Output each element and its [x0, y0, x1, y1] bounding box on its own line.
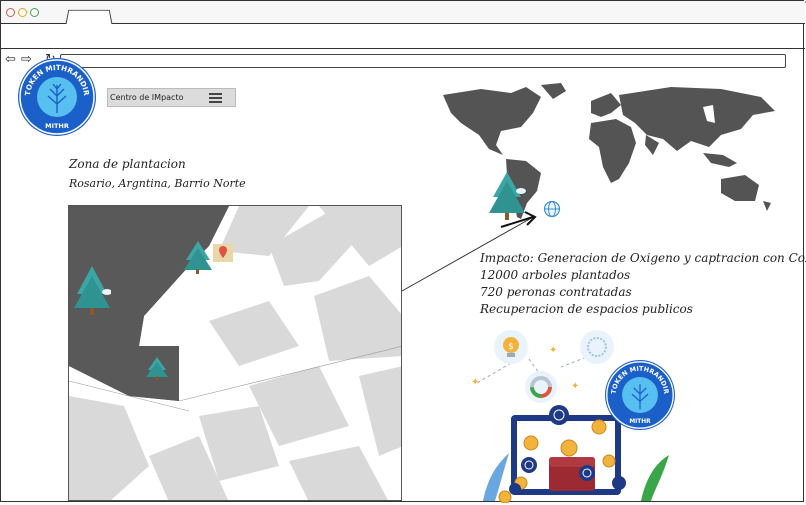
- svg-text:✦: ✦: [571, 381, 579, 392]
- logo-emblem-icon: TOKEN MITHRANDIR MITHR: [19, 59, 95, 135]
- token-logo[interactable]: TOKEN MITHRANDIR MITHR: [18, 58, 96, 136]
- street-map-graphic: [69, 206, 401, 500]
- svg-text:$: $: [508, 342, 514, 352]
- menu-label: Centro de IMpacto: [110, 93, 184, 102]
- zone-location: Rosario, Argntina, Barrio Norte: [69, 177, 246, 190]
- zone-title: Zona de plantacion: [69, 157, 186, 171]
- logo-emblem-icon: TOKEN MITHRANDIR MITHR: [606, 361, 674, 429]
- back-arrow-icon[interactable]: ⇦: [5, 53, 16, 66]
- svg-text:✦: ✦: [471, 377, 479, 388]
- title-bar: [1, 1, 805, 25]
- logo-text-bottom-secondary: MITHR: [629, 419, 651, 425]
- logo-text-bottom: MITHR: [45, 122, 69, 130]
- impact-line-1: Impacto: Generacion de Oxigeno y captrac…: [480, 251, 806, 265]
- pine-tree-icon[interactable]: [487, 171, 527, 221]
- impact-line-3: 720 peronas contratadas: [480, 285, 632, 299]
- token-logo-secondary[interactable]: TOKEN MITHRANDIR MITHR: [605, 360, 675, 430]
- impact-menu[interactable]: Centro de IMpacto: [107, 88, 236, 107]
- svg-text:✦: ✦: [549, 345, 557, 356]
- maximize-dot[interactable]: [30, 8, 39, 17]
- hamburger-icon[interactable]: [209, 93, 222, 103]
- pine-tree-icon[interactable]: [183, 240, 213, 274]
- browser-tab[interactable]: [65, 9, 113, 25]
- url-bar[interactable]: [60, 54, 786, 68]
- map-pin-icon[interactable]: [213, 244, 233, 262]
- pine-tree-icon[interactable]: [73, 264, 111, 316]
- plantation-map[interactable]: [68, 205, 402, 501]
- impact-line-4: Recuperacion de espacios publicos: [480, 302, 693, 316]
- minimize-dot[interactable]: [18, 8, 27, 17]
- close-dot[interactable]: [6, 8, 15, 17]
- globe-icon[interactable]: [543, 200, 561, 218]
- impact-line-2: 12000 arboles plantados: [480, 268, 631, 282]
- browser-window: ⇦ ⇨ ↻ TOKEN MITHRANDIR MITHR Centro de I…: [0, 0, 806, 503]
- pine-tree-icon[interactable]: [146, 356, 168, 380]
- address-row: ⇦ ⇨ ↻: [1, 24, 805, 68]
